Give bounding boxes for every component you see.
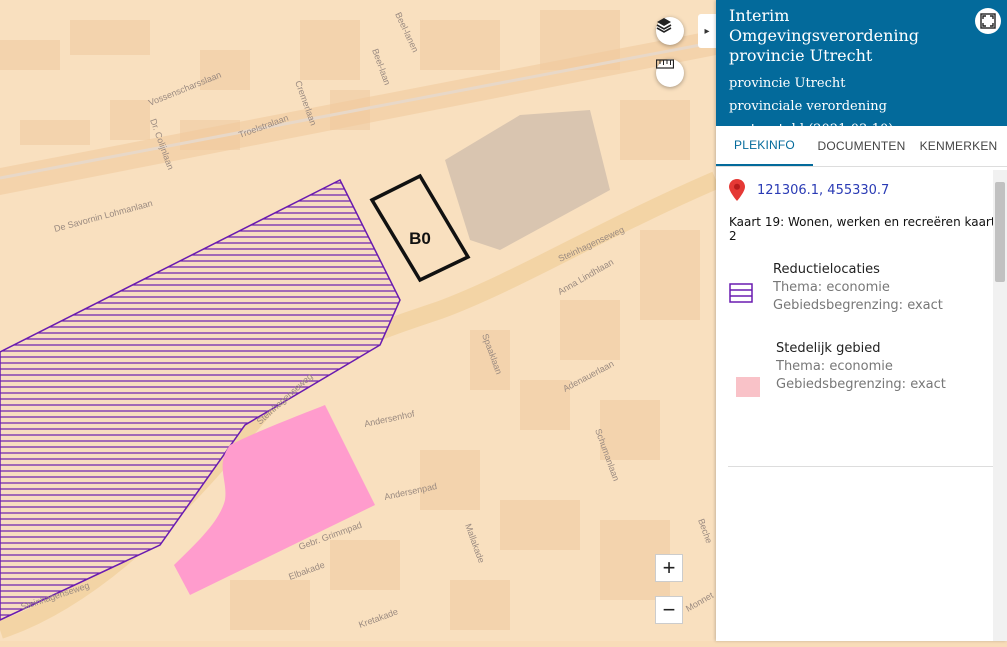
legend-name: Reductielocaties bbox=[773, 262, 880, 277]
street-label: Beel-laan bbox=[370, 47, 392, 86]
industrial-area bbox=[445, 110, 610, 250]
street-label: Elbakade bbox=[287, 560, 326, 582]
street-label: Kretakade bbox=[357, 606, 399, 629]
street-label: Beel-lanen bbox=[393, 11, 420, 54]
panel-header: Interim Omgevingsverordening provincie U… bbox=[716, 0, 1007, 137]
street-label: De Savornin Lohmanlaan bbox=[53, 198, 154, 234]
zoom-in-button[interactable]: + bbox=[655, 554, 683, 582]
legend-thema: Thema: economie bbox=[773, 280, 890, 295]
legend-begrenzing: Gebiedsbegrenzing: exact bbox=[773, 298, 943, 313]
map-svg: B0 Beel-lanen Vossenscharsslaan Dr. Coli… bbox=[0, 10, 716, 639]
street-label: Beche bbox=[696, 517, 714, 544]
layers-icon bbox=[656, 18, 672, 33]
info-panel: Interim Omgevingsverordening provincie U… bbox=[716, 0, 1007, 641]
panel-type: provinciale verordening bbox=[729, 99, 887, 114]
panel-status: vastgesteld (2021-03-10) bbox=[729, 122, 894, 137]
legend-name: Stedelijk gebied bbox=[776, 341, 881, 356]
legend-begrenzing: Gebiedsbegrenzing: exact bbox=[776, 377, 946, 392]
pink-swatch-icon bbox=[736, 377, 760, 397]
expand-icon bbox=[980, 13, 996, 29]
measure-button[interactable] bbox=[656, 59, 684, 87]
content-divider bbox=[728, 466, 1007, 467]
kaart-title: Kaart 19: Wonen, werken en recreëren kaa… bbox=[729, 215, 996, 243]
legend-item-reductielocaties[interactable]: Reductielocaties Thema: economie Gebieds… bbox=[729, 261, 1007, 315]
coordinates-row[interactable]: 121306.1, 455330.7 bbox=[729, 179, 1007, 201]
street-label: Monnet bbox=[684, 590, 715, 614]
plekinfo-content: 121306.1, 455330.7 Kaart 19: Wonen, werk… bbox=[716, 167, 1007, 647]
b0-zone-label: B0 bbox=[409, 229, 431, 248]
legend-thema: Thema: economie bbox=[776, 359, 893, 374]
legend-item-stedelijk-gebied[interactable]: Stedelijk gebied Thema: economie Gebieds… bbox=[729, 337, 1007, 397]
street-label: Andersenhof bbox=[363, 408, 415, 428]
map-canvas[interactable]: B0 Beel-lanen Vossenscharsslaan Dr. Coli… bbox=[0, 0, 716, 641]
expand-button[interactable] bbox=[975, 8, 1001, 34]
panel-title: Interim Omgevingsverordening provincie U… bbox=[729, 6, 920, 65]
panel-authority: provincie Utrecht bbox=[729, 76, 846, 91]
street-label: Adenauerlaan bbox=[561, 359, 615, 394]
b0-zone-outline[interactable] bbox=[369, 173, 471, 283]
location-pin-icon bbox=[729, 179, 745, 201]
panel-scroll-thumb[interactable] bbox=[995, 182, 1005, 282]
ruler-icon bbox=[656, 59, 674, 69]
collapse-panel-button[interactable]: ▸ bbox=[698, 14, 716, 48]
coordinates-value: 121306.1, 455330.7 bbox=[757, 182, 890, 198]
street-label: Mallakade bbox=[463, 522, 486, 564]
street-label: Anna Lindhlaan bbox=[556, 257, 615, 297]
layers-button[interactable] bbox=[656, 17, 684, 45]
hatch-swatch-icon bbox=[729, 283, 753, 303]
zoom-out-button[interactable]: − bbox=[655, 596, 683, 624]
